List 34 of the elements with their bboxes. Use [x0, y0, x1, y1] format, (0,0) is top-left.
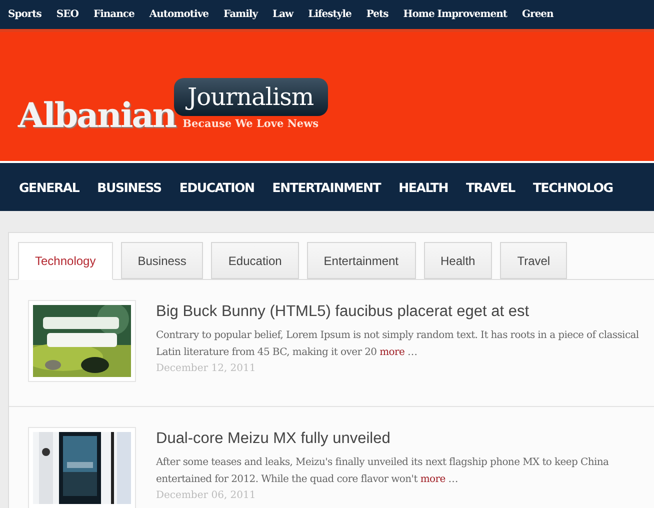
- top-link[interactable]: Green: [522, 9, 554, 20]
- nav-link[interactable]: GENERAL: [19, 180, 80, 194]
- nav-link[interactable]: ENTERTAINMENT: [272, 180, 381, 194]
- top-link[interactable]: Pets: [366, 9, 388, 20]
- category-tab[interactable]: Entertainment: [306, 242, 416, 279]
- article-date: December 06, 2011: [156, 490, 257, 501]
- top-link[interactable]: SEO: [56, 9, 78, 20]
- nav-link[interactable]: EDUCATION: [179, 180, 254, 194]
- article-title[interactable]: Big Buck Bunny (HTML5) faucibus placerat eget at est: [156, 303, 654, 321]
- article-excerpt: After some teases and leaks, Meizu's finally unveiled its next flagship phone MX to keep China entertained for 2012. While the quad core flavor won't more …: [156, 456, 610, 487]
- category-tab[interactable]: Health: [424, 242, 492, 279]
- article-date: December 12, 2011: [156, 363, 257, 374]
- category-tab[interactable]: Business: [120, 242, 204, 279]
- nav-link[interactable]: TECHNOLOG: [532, 180, 613, 194]
- logo-bubble: Journalism: [174, 78, 328, 116]
- nav-link[interactable]: BUSINESS: [97, 180, 162, 194]
- more-link[interactable]: more: [420, 474, 446, 485]
- logo-word: Albanian: [18, 96, 176, 136]
- top-link[interactable]: Family: [224, 9, 258, 20]
- tagline: Because We Love News: [182, 118, 319, 130]
- top-link[interactable]: Lifestyle: [308, 9, 352, 20]
- article-title[interactable]: Dual-core Meizu MX fully unveiled: [156, 430, 654, 448]
- top-link[interactable]: Home Improvement: [403, 9, 508, 20]
- nav-link[interactable]: HEALTH: [398, 180, 448, 194]
- top-link[interactable]: Finance: [93, 9, 134, 20]
- top-link[interactable]: Law: [272, 9, 294, 20]
- category-tab[interactable]: Education: [211, 242, 299, 279]
- top-link[interactable]: Sports: [8, 9, 42, 20]
- category-tab[interactable]: Travel: [500, 242, 568, 279]
- article-excerpt: Contrary to popular belief, Lorem Ipsum is not simply random text. It has roots in a piece of classical Latin literature from 45 BC, making it over 20 more …: [156, 329, 640, 360]
- more-link[interactable]: more: [380, 347, 405, 358]
- nav-link[interactable]: TRAVEL: [466, 180, 515, 194]
- category-tab[interactable]: Technology: [18, 242, 113, 280]
- top-link[interactable]: Automotive: [149, 9, 209, 20]
